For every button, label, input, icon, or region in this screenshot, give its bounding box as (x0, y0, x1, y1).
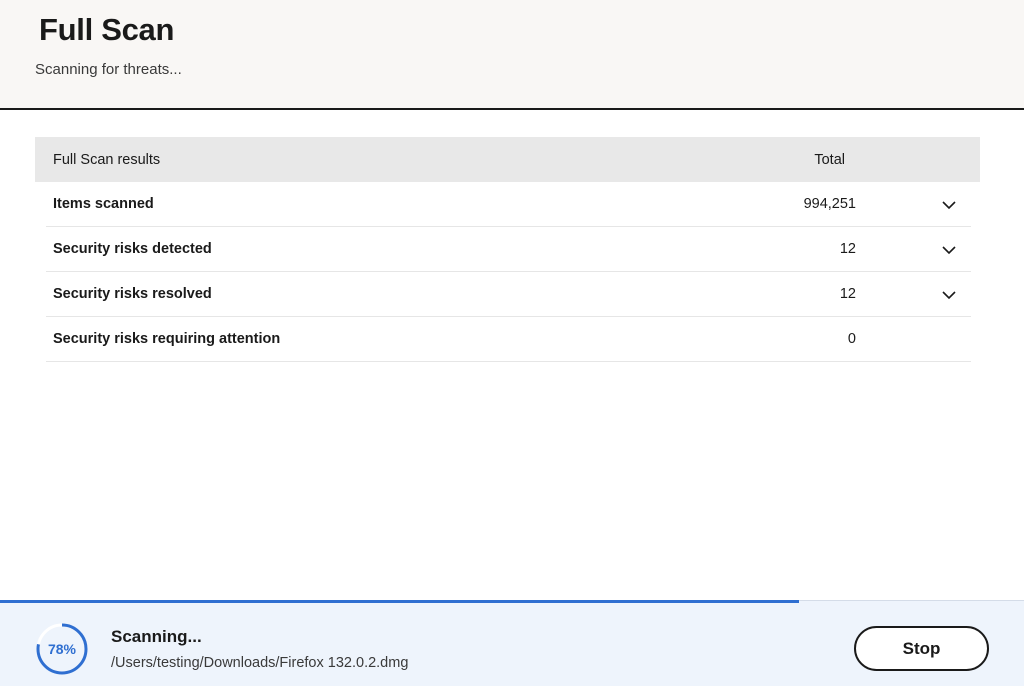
header: Full Scan Scanning for threats... (0, 0, 1024, 110)
column-header-results: Full Scan results (53, 151, 161, 168)
row-value: 12 (839, 241, 856, 257)
results-row-risks-attention: Security risks requiring attention 0 (46, 317, 971, 362)
row-label: Security risks detected (53, 241, 212, 257)
stop-button[interactable]: Stop (854, 626, 989, 671)
row-value: 0 (847, 331, 856, 347)
row-label: Security risks requiring attention (53, 331, 281, 347)
row-label: Security risks resolved (53, 286, 212, 302)
current-file-path: /Users/testing/Downloads/Firefox 132.0.2… (111, 655, 409, 671)
results-table-header: Full Scan results Total (35, 137, 980, 182)
page-subtitle: Scanning for threats... (35, 61, 182, 78)
progress-percent: 78% (47, 641, 77, 657)
row-value: 12 (839, 286, 856, 302)
scan-progress-footer: 78% Scanning... /Users/testing/Downloads… (0, 600, 1024, 686)
page-title: Full Scan (39, 12, 175, 47)
row-label: Items scanned (53, 196, 154, 212)
results-row-items-scanned[interactable]: Items scanned 994,251 (46, 182, 971, 227)
results-row-risks-detected[interactable]: Security risks detected 12 (46, 227, 971, 272)
progress-bar (0, 600, 799, 603)
scan-status: Scanning... (111, 627, 202, 646)
row-value: 994,251 (803, 196, 856, 212)
results-table: Full Scan results Total Items scanned 99… (35, 137, 980, 362)
results-row-risks-resolved[interactable]: Security risks resolved 12 (46, 272, 971, 317)
column-header-total: Total (814, 151, 845, 168)
chevron-down-icon[interactable] (941, 242, 957, 258)
chevron-down-icon[interactable] (941, 197, 957, 213)
chevron-down-icon[interactable] (941, 287, 957, 303)
